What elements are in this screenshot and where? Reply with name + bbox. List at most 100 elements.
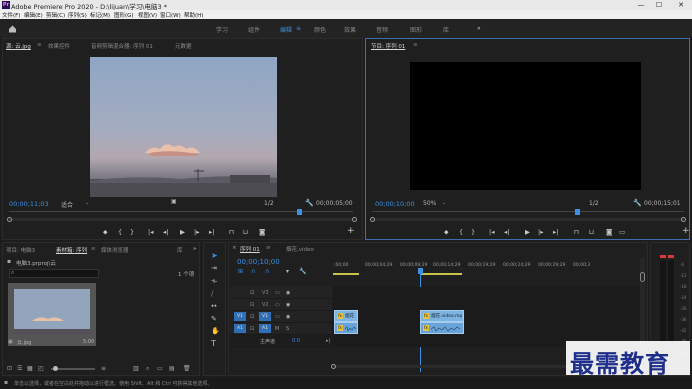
maximize-button[interactable]: ☐ — [652, 0, 666, 10]
timeline-zoom-handle-left[interactable] — [331, 364, 336, 369]
timeline-tracks-area[interactable] — [333, 287, 640, 347]
minimize-button[interactable]: — — [634, 0, 648, 10]
snap-icon[interactable]: ∩ — [251, 268, 255, 275]
hand-tool-icon[interactable]: ✋ — [211, 327, 220, 335]
workspace-editing[interactable]: 编辑 — [280, 25, 292, 34]
master-track-header[interactable]: 主声道 0.0 ▸| — [230, 335, 332, 347]
program-go-to-out-icon[interactable]: ▸| — [553, 228, 558, 236]
search-input[interactable] — [9, 269, 99, 278]
track-label[interactable]: V1 — [259, 312, 271, 321]
solo-icon[interactable]: S — [286, 326, 289, 332]
track-select-tool-icon[interactable]: ⇥ — [211, 264, 217, 272]
lock-icon[interactable]: ⊡ — [7, 365, 12, 372]
add-marker-icon[interactable]: ⬥ — [103, 228, 108, 236]
eye-icon[interactable]: ◉ — [286, 302, 290, 308]
program-step-back-icon[interactable]: ◂| — [504, 228, 509, 236]
work-area-bar[interactable] — [420, 273, 462, 275]
extract-icon[interactable]: ⊔ — [589, 228, 594, 236]
export-frame-icon[interactable]: ◙ — [259, 228, 265, 236]
source-zoom-scrollbar[interactable] — [9, 218, 353, 221]
workspace-graphics[interactable]: 图形 — [410, 25, 422, 34]
vertical-scroll-handle[interactable] — [640, 272, 645, 282]
ripple-edit-tool-icon[interactable]: ⟛ — [211, 277, 217, 286]
lift-icon[interactable]: ⊓ — [574, 228, 579, 236]
overwrite-icon[interactable]: ⊔ — [243, 228, 248, 236]
track-header-v3[interactable]: ⊡ V3 ▭ ◉ — [230, 287, 332, 299]
work-area-bar[interactable] — [333, 273, 359, 275]
program-playhead[interactable] — [575, 209, 580, 215]
nest-icon[interactable]: ⊞ — [238, 268, 243, 275]
eye-icon[interactable]: ◉ — [286, 314, 290, 320]
comparison-view-icon[interactable]: ▭ — [619, 228, 625, 236]
menu-marker[interactable]: 标记(M) — [90, 11, 110, 19]
program-tab-menu-icon[interactable]: ≡ — [413, 42, 418, 48]
sync-lock-icon[interactable]: ▭ — [275, 302, 280, 308]
tab-bin[interactable]: 素材箱: 序列 — [56, 246, 87, 254]
step-back-icon[interactable]: ◂| — [163, 228, 168, 236]
workspace-audio[interactable]: 音频 — [376, 25, 388, 34]
sort-icon[interactable]: ≡ — [101, 365, 106, 372]
tab-menu-icon[interactable]: ≡ — [37, 42, 42, 48]
program-resolution-dropdown[interactable]: 1/2 — [589, 200, 599, 207]
tab-project[interactable]: 项目: 电脑3 — [6, 246, 35, 254]
tab-media-browser[interactable]: 媒体浏览器 — [101, 246, 129, 254]
source-patch-a1[interactable]: A1 — [234, 324, 246, 333]
source-fit-dropdown[interactable]: 适合 — [61, 200, 73, 209]
bin-tab-menu-icon[interactable]: ≡ — [91, 246, 96, 252]
tab-metadata[interactable]: 元数据 — [175, 42, 192, 50]
tab-fireworks-video[interactable]: 烟花.video — [286, 245, 314, 253]
audio-clip[interactable]: fx — [334, 322, 358, 334]
panel-overflow-icon[interactable]: » — [193, 246, 196, 252]
menu-window[interactable]: 窗口(W) — [160, 11, 181, 19]
insert-icon[interactable]: ⊓ — [229, 228, 234, 236]
program-mark-in-icon[interactable]: { — [459, 228, 463, 236]
clip-indicator-left[interactable] — [660, 255, 666, 258]
sync-lock-icon[interactable]: ▭ — [275, 314, 280, 320]
new-bin-icon[interactable]: ▭ — [157, 365, 163, 372]
track-header-v2[interactable]: ⊡ V2 ▭ ◉ — [230, 299, 332, 311]
play-icon[interactable]: ▶ — [180, 228, 185, 236]
workspace-effects[interactable]: 效果 — [344, 25, 356, 34]
freeform-view-icon[interactable]: ◰ — [38, 365, 44, 372]
program-go-to-in-icon[interactable]: |◂ — [489, 228, 494, 236]
new-item-icon[interactable]: ▤ — [169, 365, 175, 372]
clip-indicator-right[interactable] — [668, 255, 674, 258]
track-header-v1[interactable]: V1 ⊡ V1 ▭ ◉ — [230, 311, 332, 323]
program-step-forward-icon[interactable]: |▸ — [538, 228, 543, 236]
workspace-assembly[interactable]: 组件 — [248, 25, 260, 34]
source-patch-v1[interactable]: V1 — [234, 312, 246, 321]
menu-graphics[interactable]: 图形(G) — [114, 11, 134, 19]
menu-clip[interactable]: 剪辑(C) — [46, 11, 65, 19]
master-volume[interactable]: 0.0 — [292, 338, 300, 344]
zoom-handle-left[interactable] — [7, 217, 12, 222]
tab-sequence[interactable]: 序列 01 — [240, 245, 260, 253]
pen-tool-icon[interactable]: ✎ — [211, 315, 217, 323]
go-to-in-icon[interactable]: |◂ — [148, 228, 153, 236]
program-mark-out-icon[interactable]: } — [471, 228, 475, 236]
workspace-learn[interactable]: 学习 — [216, 25, 228, 34]
tab-audio-clip-mixer[interactable]: 音频剪辑混合器: 序列 01 — [91, 42, 153, 50]
icon-view-icon[interactable]: ▦ — [27, 365, 33, 372]
source-resolution-dropdown[interactable]: 1/2 — [264, 200, 274, 207]
clear-icon[interactable]: 🗑 — [183, 365, 191, 372]
program-zoom-scrollbar[interactable] — [372, 218, 684, 221]
linked-selection-icon[interactable]: ∩ — [265, 268, 269, 275]
tab-program[interactable]: 节目: 序列 01 — [371, 42, 405, 50]
track-label[interactable]: A1 — [259, 324, 271, 333]
slip-tool-icon[interactable]: ↔ — [211, 302, 217, 310]
mute-icon[interactable]: M — [275, 326, 279, 332]
program-zoom-handle-right[interactable] — [681, 217, 686, 222]
track-header-a1[interactable]: A1 ⊡ A1 M S — [230, 323, 332, 335]
sequence-tab-menu-icon[interactable]: ≡ — [266, 245, 271, 251]
add-marker-timeline-icon[interactable]: ▾ — [286, 268, 289, 275]
razor-tool-icon[interactable]: ⧸ — [211, 290, 213, 299]
workspace-libraries[interactable]: 库 — [443, 25, 449, 34]
sync-lock-icon[interactable]: ▭ — [275, 290, 280, 296]
program-play-icon[interactable]: ▶ — [525, 228, 530, 236]
workspace-menu-icon[interactable]: ≡ — [296, 25, 301, 32]
timeline-timecode[interactable]: 00;00;10;00 — [237, 258, 280, 266]
workspace-color[interactable]: 颜色 — [314, 25, 326, 34]
program-zoom-handle-left[interactable] — [370, 217, 375, 222]
menu-view[interactable]: 视图(V) — [138, 11, 157, 19]
program-zoom-dropdown[interactable]: 50% — [423, 200, 436, 207]
